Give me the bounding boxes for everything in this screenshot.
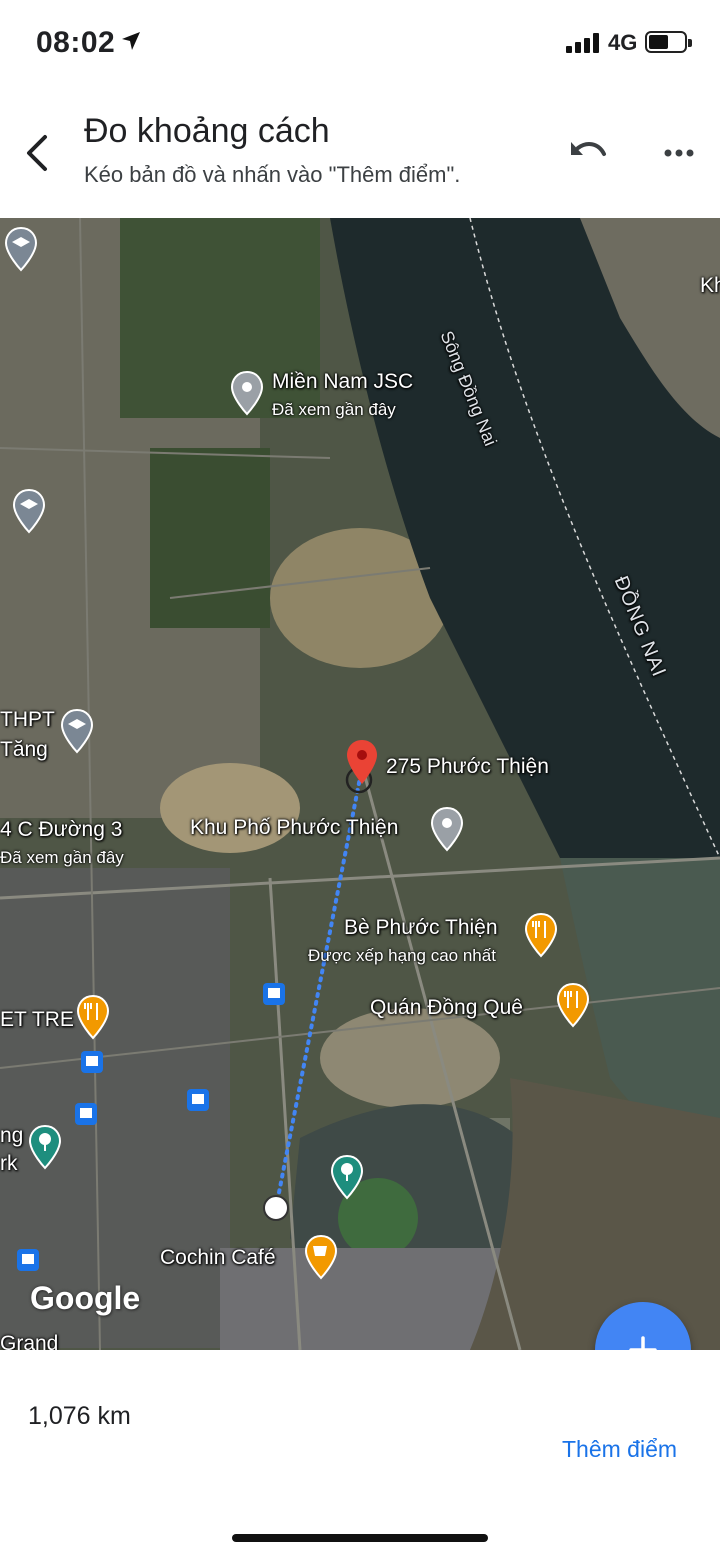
label-kh: Kh — [700, 274, 720, 297]
label-duong-3-recent: Đã xem gần đây — [0, 848, 124, 867]
label-et-tre: ET TRE — [0, 1008, 74, 1031]
home-indicator[interactable] — [232, 1534, 488, 1542]
bus-stop-icon[interactable] — [80, 1050, 104, 1074]
status-time: 08:02 — [36, 26, 116, 59]
label-khu-pho-phuoc-thien: Khu Phố Phước Thiện — [190, 816, 399, 839]
park-pin-icon[interactable] — [330, 1154, 364, 1200]
label-be-top-rated: Được xếp hạng cao nhất — [308, 946, 496, 965]
back-arrow-icon — [27, 135, 47, 171]
label-quan-dong-que: Quán Đồng Quê — [370, 996, 523, 1019]
label-ng: ng — [0, 1124, 24, 1147]
location-arrow-icon — [122, 32, 140, 50]
school-pin-icon[interactable] — [60, 708, 94, 754]
map-view[interactable]: 275 Phước Thiện Miền Nam JSC Đã xem gần … — [0, 218, 720, 1350]
school-pin-icon[interactable] — [12, 488, 46, 534]
label-duong-3: 4 C Đường 3 — [0, 818, 123, 841]
label-cochin-cafe: Cochin Café — [160, 1246, 276, 1269]
label-be-phuoc-thien: Bè Phước Thiện — [344, 916, 498, 939]
restaurant-pin-icon[interactable] — [556, 982, 590, 1028]
bus-stop-icon[interactable] — [74, 1102, 98, 1126]
cellular-signal-icon — [566, 33, 599, 53]
distance-value: 1,076 km — [28, 1402, 131, 1430]
restaurant-pin-icon[interactable] — [76, 994, 110, 1040]
undo-button[interactable] — [563, 130, 613, 176]
red-location-pin-icon[interactable] — [345, 738, 379, 786]
bus-stop-icon[interactable] — [16, 1248, 40, 1272]
status-bar: 08:02 4G — [0, 0, 720, 90]
label-grand: Grand — [0, 1332, 59, 1350]
label-mien-nam-jsc: Miền Nam JSC — [272, 370, 414, 393]
app-header: Đo khoảng cách Kéo bản đồ và nhấn vào "T… — [0, 90, 720, 218]
back-button[interactable] — [14, 130, 60, 176]
google-logo: Google — [30, 1280, 141, 1316]
label-tang: Tăng — [0, 738, 48, 761]
label-rk: rk — [0, 1152, 18, 1175]
cafe-pin-icon[interactable] — [304, 1234, 338, 1280]
place-pin-icon[interactable] — [430, 806, 464, 852]
park-pin-icon[interactable] — [28, 1124, 62, 1170]
label-mien-nam-recent: Đã xem gần đây — [272, 400, 396, 419]
add-point-button[interactable]: Thêm điểm — [562, 1436, 677, 1463]
restaurant-pin-icon[interactable] — [524, 912, 558, 958]
place-pin-icon[interactable] — [230, 370, 264, 416]
route-start-point[interactable] — [261, 1193, 291, 1223]
page-subtitle: Kéo bản đồ và nhấn vào "Thêm điểm". — [84, 162, 461, 187]
more-options-icon — [664, 149, 694, 157]
more-options-button[interactable] — [656, 130, 702, 176]
label-thpt: THPT — [0, 708, 55, 731]
bus-stop-icon[interactable] — [186, 1088, 210, 1112]
page-title: Đo khoảng cách — [84, 112, 330, 150]
bottom-panel: 1,076 km Thêm điểm — [0, 1350, 720, 1558]
label-275-phuoc-thien: 275 Phước Thiện — [386, 755, 549, 778]
network-type: 4G — [608, 30, 638, 55]
battery-icon — [645, 31, 692, 53]
bus-stop-icon[interactable] — [262, 982, 286, 1006]
school-pin-icon[interactable] — [4, 226, 38, 272]
undo-icon — [571, 142, 606, 156]
